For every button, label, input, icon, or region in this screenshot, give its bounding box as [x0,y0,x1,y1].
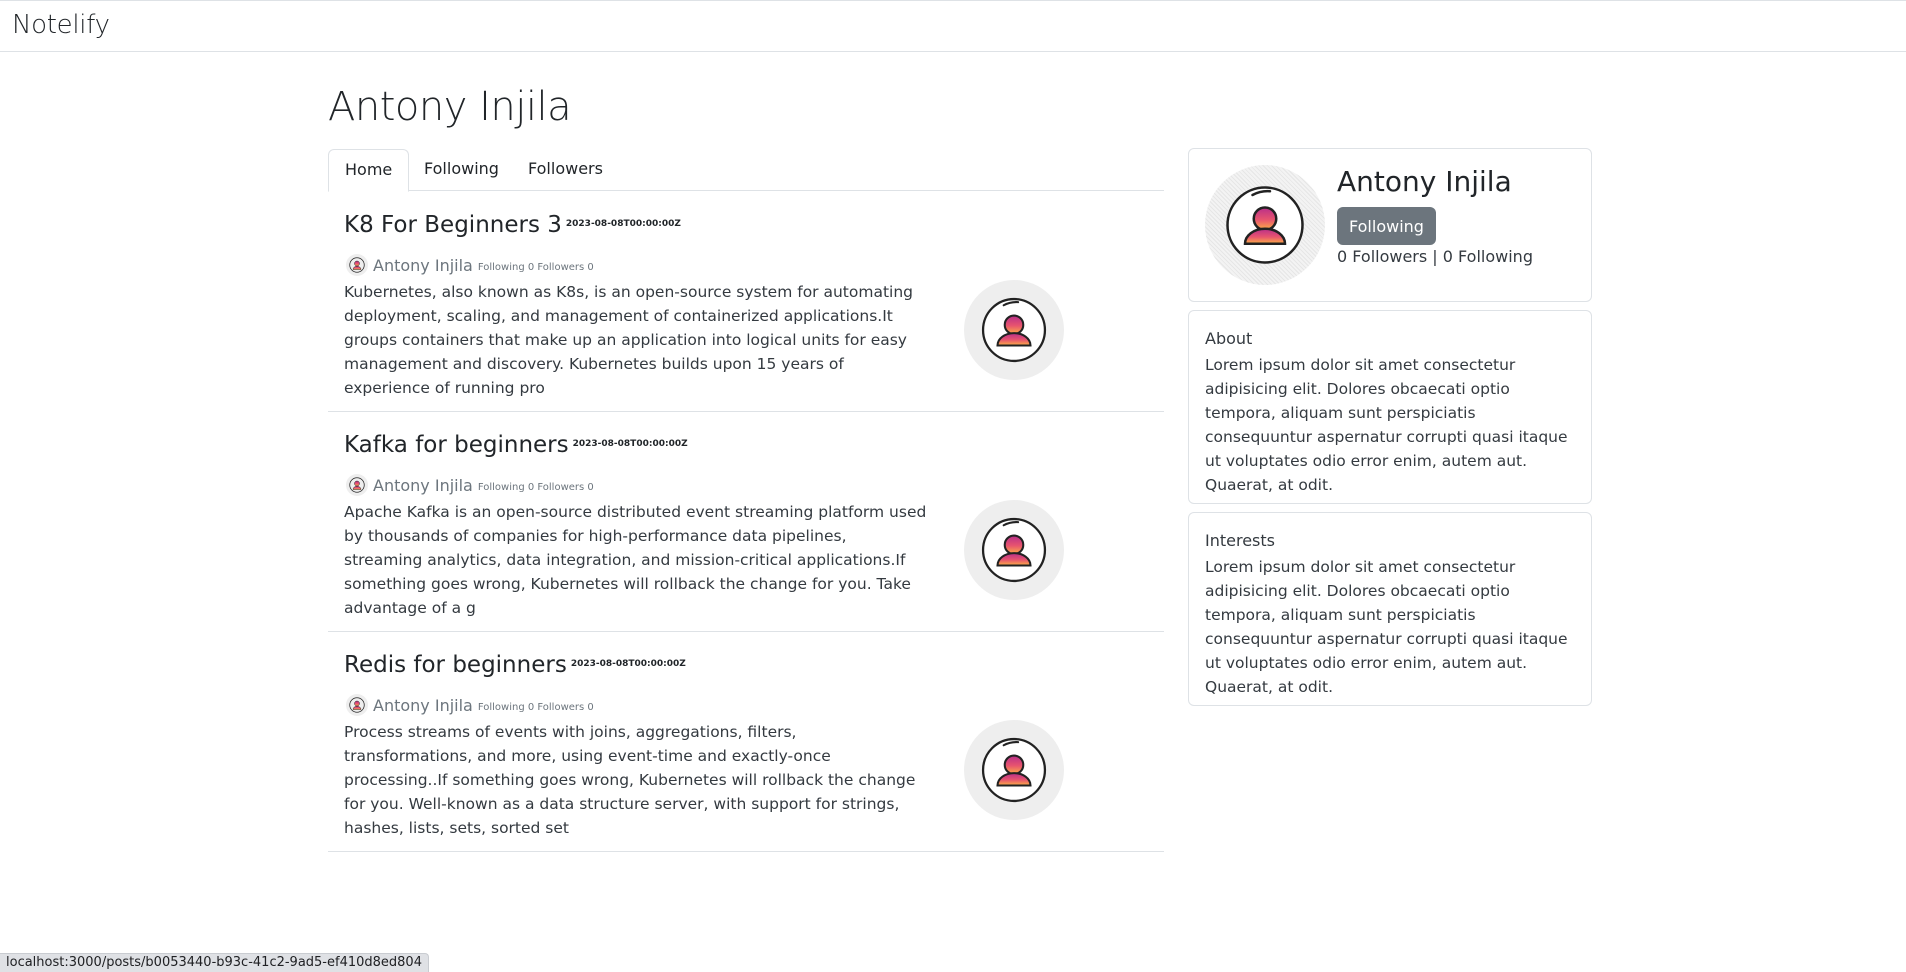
post-excerpt: Process streams of events with joins, ag… [344,723,916,837]
post-excerpt: Kubernetes, also known as K8s, is an ope… [344,283,914,397]
user-avatar-icon [964,280,1064,380]
user-avatar-icon [964,720,1064,820]
user-avatar-icon [1205,165,1325,285]
post-title-text[interactable]: K8 For Beginners 3 [344,212,562,238]
profile-follow-stats: 0 Followers | 0 Following [1337,247,1533,266]
user-avatar-icon [964,500,1064,600]
author-name[interactable]: Antony Injila [373,476,473,495]
profile-card: Antony Injila Following 0 Followers | 0 … [1188,148,1592,302]
author-follow-stats: Following 0 Followers 0 [477,481,594,493]
interests-text: Lorem ipsum dolor sit amet consectetur a… [1205,558,1568,696]
tab-followers[interactable]: Followers [512,149,619,191]
post-card[interactable]: Redis for beginners 2023-08-08T00:00:00Z … [328,632,1164,852]
navbar: Notelify [0,0,1906,52]
post-list: K8 For Beginners 3 2023-08-08T00:00:00Z A… [328,192,1164,852]
post-title[interactable]: K8 For Beginners 3 2023-08-08T00:00:00Z [344,212,681,238]
post-title-text[interactable]: Redis for beginners [344,652,567,678]
post-author: Antony Injila Following 0 Followers 0 [346,474,594,496]
post-excerpt: Apache Kafka is an open-source distribut… [344,503,927,617]
about-text: Lorem ipsum dolor sit amet consectetur a… [1205,356,1568,494]
interests-card: Interests Lorem ipsum dolor sit amet con… [1188,512,1592,706]
post-date: 2023-08-08T00:00:00Z [570,658,686,669]
status-bar-url: localhost:3000/posts/b0053440-b93c-41c2-… [0,953,429,972]
post-card[interactable]: K8 For Beginners 3 2023-08-08T00:00:00Z A… [328,192,1164,412]
brand-logo[interactable]: Notelify [12,10,110,40]
post-author: Antony Injila Following 0 Followers 0 [346,254,594,276]
post-card[interactable]: Kafka for beginners 2023-08-08T00:00:00Z … [328,412,1164,632]
profile-name: Antony Injila [1337,165,1512,198]
profile-tabs: Home Following Followers [328,149,1164,192]
tab-following[interactable]: Following [408,149,515,191]
post-title-text[interactable]: Kafka for beginners [344,432,569,458]
about-heading: About [1205,329,1253,348]
author-avatar-icon [346,474,368,496]
author-avatar-icon [346,694,368,716]
post-title[interactable]: Kafka for beginners 2023-08-08T00:00:00Z [344,432,688,458]
author-follow-stats: Following 0 Followers 0 [477,701,594,713]
about-card: About Lorem ipsum dolor sit amet consect… [1188,310,1592,504]
author-name[interactable]: Antony Injila [373,696,473,715]
author-name[interactable]: Antony Injila [373,256,473,275]
interests-heading: Interests [1205,531,1275,550]
tab-home[interactable]: Home [328,149,410,192]
author-avatar-icon [346,254,368,276]
post-author: Antony Injila Following 0 Followers 0 [346,694,594,716]
post-date: 2023-08-08T00:00:00Z [565,218,681,229]
following-button[interactable]: Following [1337,207,1436,245]
post-title[interactable]: Redis for beginners 2023-08-08T00:00:00Z [344,652,686,678]
author-follow-stats: Following 0 Followers 0 [477,261,594,273]
post-date: 2023-08-08T00:00:00Z [572,438,688,449]
page-title: Antony Injila [328,84,572,130]
